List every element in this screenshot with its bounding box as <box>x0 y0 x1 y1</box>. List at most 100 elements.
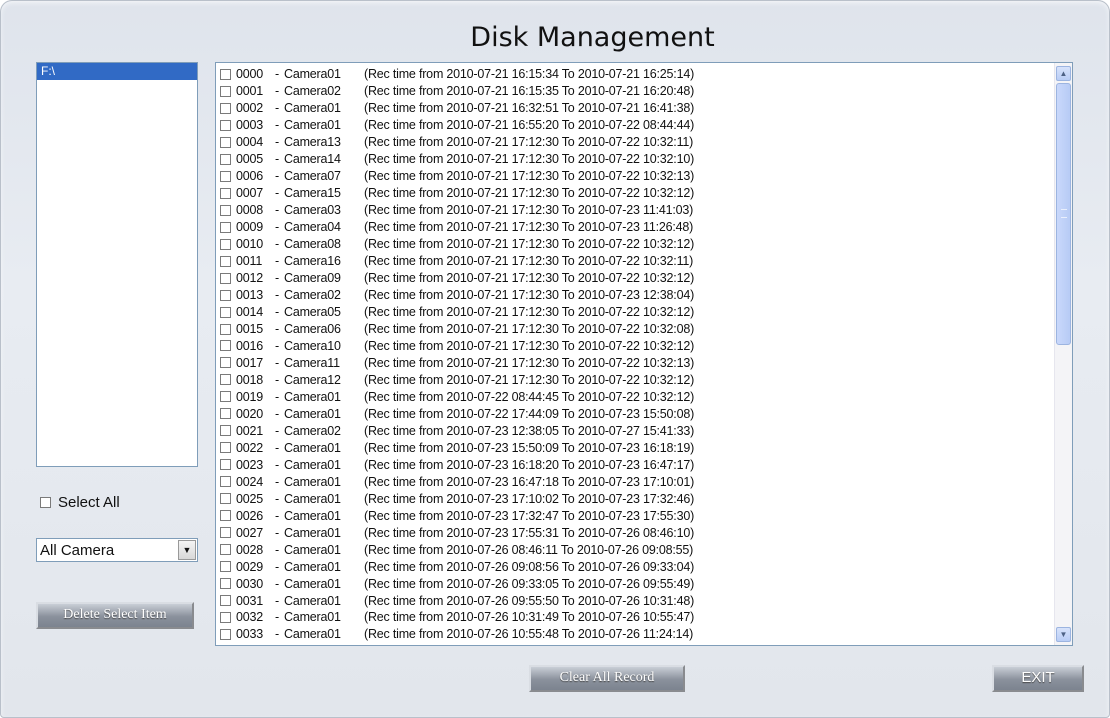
record-checkbox[interactable] <box>220 136 231 148</box>
camera-filter-value: All Camera <box>40 542 115 559</box>
table-row[interactable]: 0023- Camera01 (Rec time from 2010-07-23 1… <box>220 456 694 473</box>
table-row[interactable]: 0014- Camera05 (Rec time from 2010-07-21 1… <box>220 304 694 321</box>
record-id: 0002 <box>236 101 264 116</box>
record-checkbox[interactable] <box>220 611 231 623</box>
record-checkbox[interactable] <box>220 221 231 233</box>
scrollbar-thumb[interactable] <box>1056 83 1071 345</box>
record-checkbox[interactable] <box>220 306 231 318</box>
table-row[interactable]: 0006- Camera07 (Rec time from 2010-07-21 1… <box>220 168 694 185</box>
chevron-down-icon[interactable]: ▼ <box>178 540 196 560</box>
record-time: (Rec time from 2010-07-23 15:50:09 To 20… <box>364 440 695 455</box>
scroll-up-arrow-icon[interactable]: ▲ <box>1056 66 1071 81</box>
table-row[interactable]: 0007- Camera15 (Rec time from 2010-07-21 1… <box>220 185 694 202</box>
record-checkbox[interactable] <box>220 493 231 505</box>
checkbox-box[interactable] <box>40 497 51 508</box>
table-row[interactable]: 0016- Camera10 (Rec time from 2010-07-21 1… <box>220 338 694 355</box>
record-checkbox[interactable] <box>220 153 231 165</box>
clear-all-record-button[interactable]: Clear All Record <box>529 665 685 692</box>
record-id: 0032 <box>236 610 264 625</box>
table-row[interactable]: 0005- Camera14 (Rec time from 2010-07-21 1… <box>220 151 694 168</box>
table-row[interactable]: 0002- Camera01 (Rec time from 2010-07-21 1… <box>220 100 694 117</box>
table-row[interactable]: 0015- Camera06 (Rec time from 2010-07-21 1… <box>220 321 694 338</box>
record-checkbox[interactable] <box>220 255 231 267</box>
table-row[interactable]: 0001- Camera02 (Rec time from 2010-07-21 1… <box>220 83 694 100</box>
table-row[interactable]: 0000- Camera01 (Rec time from 2010-07-21 1… <box>220 66 694 83</box>
record-checkbox[interactable] <box>220 374 231 386</box>
record-checkbox[interactable] <box>220 340 231 352</box>
record-time: (Rec time from 2010-07-21 17:12:30 To 20… <box>364 152 695 167</box>
drive-list[interactable]: F:\ <box>36 62 198 467</box>
record-checkbox[interactable] <box>220 561 231 573</box>
record-checkbox[interactable] <box>220 442 231 454</box>
record-checkbox[interactable] <box>220 628 231 640</box>
record-checkbox[interactable] <box>220 578 231 590</box>
record-checkbox[interactable] <box>220 323 231 335</box>
table-row[interactable]: 0031- Camera01 (Rec time from 2010-07-26 0… <box>220 592 694 609</box>
record-id: 0031 <box>236 593 264 608</box>
table-row[interactable]: 0021- Camera02 (Rec time from 2010-07-23 1… <box>220 422 694 439</box>
record-checkbox[interactable] <box>220 391 231 403</box>
vertical-scrollbar[interactable]: ▲ ▼ <box>1054 63 1072 645</box>
table-row[interactable]: 0017- Camera11 (Rec time from 2010-07-21 1… <box>220 354 694 371</box>
record-checkbox[interactable] <box>220 527 231 539</box>
record-checkbox[interactable] <box>220 119 231 131</box>
record-id: 0013 <box>236 288 264 303</box>
separator: - <box>275 508 279 523</box>
delete-select-item-button[interactable]: Delete Select Item <box>36 602 194 629</box>
table-row[interactable]: 0028- Camera01 (Rec time from 2010-07-26 0… <box>220 541 694 558</box>
record-checkbox[interactable] <box>220 459 231 471</box>
record-id: 0030 <box>236 576 264 591</box>
record-checkbox[interactable] <box>220 595 231 607</box>
record-time: (Rec time from 2010-07-23 17:55:31 To 20… <box>364 525 695 540</box>
record-checkbox[interactable] <box>220 408 231 420</box>
table-row[interactable]: 0022- Camera01 (Rec time from 2010-07-23 1… <box>220 439 694 456</box>
table-row[interactable]: 0010- Camera08 (Rec time from 2010-07-21 1… <box>220 236 694 253</box>
table-row[interactable]: 0004- Camera13 (Rec time from 2010-07-21 1… <box>220 134 694 151</box>
table-row[interactable]: 0013- Camera02 (Rec time from 2010-07-21 1… <box>220 287 694 304</box>
record-camera: Camera01 <box>284 627 341 642</box>
record-camera: Camera01 <box>284 525 341 540</box>
record-checkbox[interactable] <box>220 289 231 301</box>
exit-button[interactable]: EXIT <box>992 665 1084 692</box>
record-camera: Camera07 <box>284 169 341 184</box>
select-all-checkbox[interactable]: Select All <box>40 494 120 511</box>
table-row[interactable]: 0033- Camera01 (Rec time from 2010-07-26 1… <box>220 626 694 643</box>
table-row[interactable]: 0020- Camera01 (Rec time from 2010-07-22 1… <box>220 405 694 422</box>
record-checkbox[interactable] <box>220 272 231 284</box>
table-row[interactable]: 0019- Camera01 (Rec time from 2010-07-22 0… <box>220 388 694 405</box>
table-row[interactable]: 0018- Camera12 (Rec time from 2010-07-21 1… <box>220 371 694 388</box>
table-row[interactable]: 0026- Camera01 (Rec time from 2010-07-23 1… <box>220 507 694 524</box>
record-id: 0004 <box>236 135 264 150</box>
table-row[interactable]: 0029- Camera01 (Rec time from 2010-07-26 0… <box>220 558 694 575</box>
table-row[interactable]: 0024- Camera01 (Rec time from 2010-07-23 1… <box>220 473 694 490</box>
record-checkbox[interactable] <box>220 170 231 182</box>
scroll-down-arrow-icon[interactable]: ▼ <box>1056 627 1071 642</box>
table-row[interactable]: 0008- Camera03 (Rec time from 2010-07-21 1… <box>220 202 694 219</box>
record-checkbox[interactable] <box>220 68 231 80</box>
record-checkbox[interactable] <box>220 204 231 216</box>
record-camera: Camera01 <box>284 457 341 472</box>
camera-filter-dropdown[interactable]: All Camera ▼ <box>36 538 198 562</box>
table-row[interactable]: 0009- Camera04 (Rec time from 2010-07-21 1… <box>220 219 694 236</box>
table-row[interactable]: 0011- Camera16 (Rec time from 2010-07-21 1… <box>220 253 694 270</box>
record-checkbox[interactable] <box>220 510 231 522</box>
record-time: (Rec time from 2010-07-21 17:12:30 To 20… <box>364 220 694 235</box>
record-time: (Rec time from 2010-07-26 09:08:56 To 20… <box>364 559 695 574</box>
record-checkbox[interactable] <box>220 187 231 199</box>
record-checkbox[interactable] <box>220 85 231 97</box>
record-checkbox[interactable] <box>220 544 231 556</box>
table-row[interactable]: 0030- Camera01 (Rec time from 2010-07-26 0… <box>220 575 694 592</box>
table-row[interactable]: 0027- Camera01 (Rec time from 2010-07-23 1… <box>220 524 694 541</box>
table-row[interactable]: 0025- Camera01 (Rec time from 2010-07-23 1… <box>220 490 694 507</box>
record-list[interactable]: 0000- Camera01 (Rec time from 2010-07-21 1… <box>215 62 1073 646</box>
table-row[interactable]: 0032- Camera01 (Rec time from 2010-07-26 1… <box>220 609 694 626</box>
record-checkbox[interactable] <box>220 238 231 250</box>
record-checkbox[interactable] <box>220 476 231 488</box>
drive-item[interactable]: F:\ <box>37 63 197 80</box>
table-row[interactable]: 0012- Camera09 (Rec time from 2010-07-21 1… <box>220 270 694 287</box>
separator: - <box>275 322 279 337</box>
record-checkbox[interactable] <box>220 425 231 437</box>
table-row[interactable]: 0003- Camera01 (Rec time from 2010-07-21 1… <box>220 117 694 134</box>
record-checkbox[interactable] <box>220 102 231 114</box>
record-checkbox[interactable] <box>220 357 231 369</box>
